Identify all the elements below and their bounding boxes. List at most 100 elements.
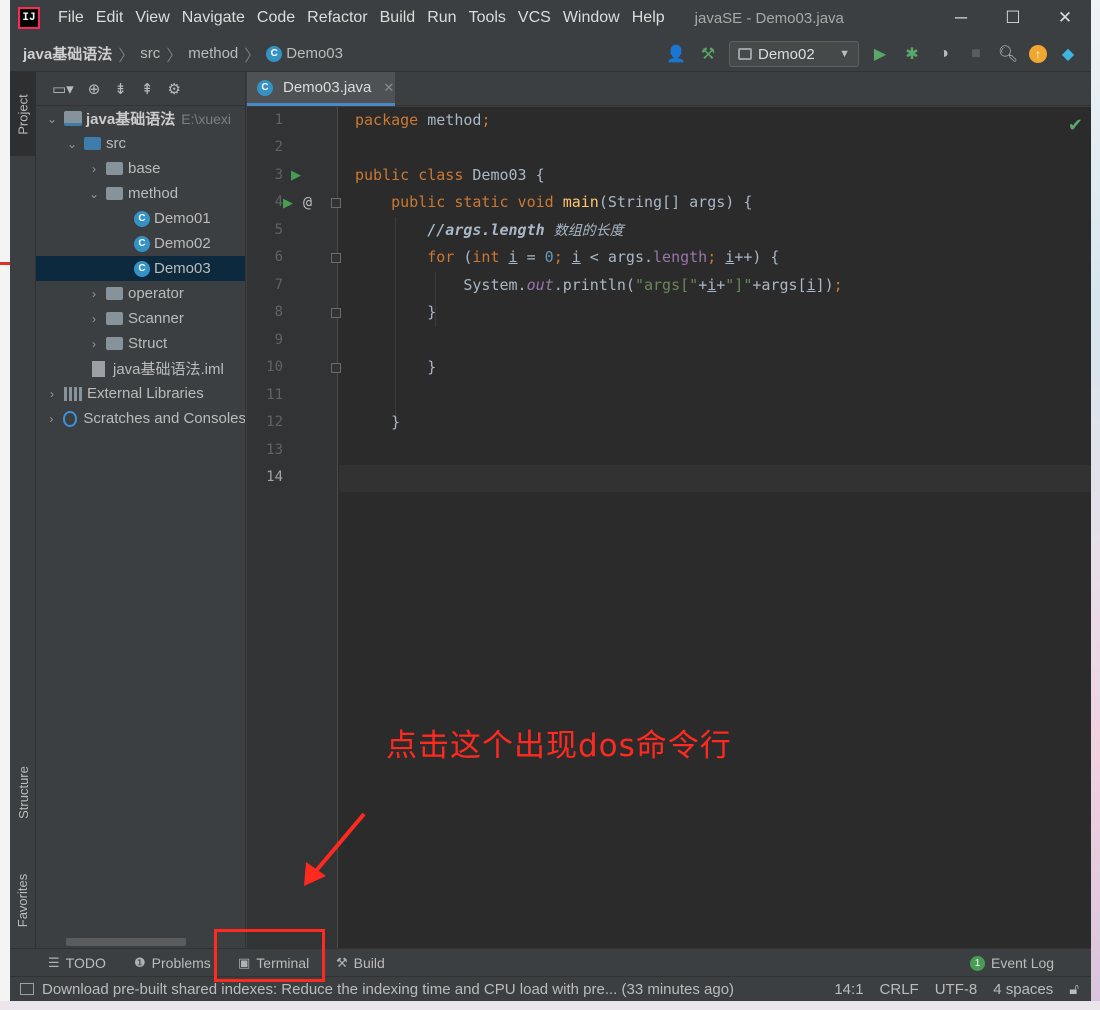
menu-code[interactable]: Code (251, 9, 301, 27)
chevron-right-icon: › (92, 311, 96, 326)
fold-marker-icon[interactable] (331, 363, 341, 373)
expand-all-icon[interactable]: ⇟ (114, 80, 127, 98)
close-button[interactable]: ✕ (1039, 0, 1091, 36)
breadcrumb-src[interactable]: src (140, 45, 160, 62)
menu-tools[interactable]: Tools (463, 9, 512, 27)
code-line: package method; (355, 111, 491, 129)
breadcrumb-class[interactable]: Demo03 (286, 45, 343, 62)
breadcrumb-method[interactable]: method (188, 45, 238, 62)
annotation-highlight-box (214, 929, 325, 982)
menu-navigate[interactable]: Navigate (176, 9, 251, 27)
run-config-label: Demo02 (758, 45, 815, 63)
coverage-icon[interactable]: ◑ (933, 45, 955, 63)
code-line: } (355, 358, 437, 376)
menu-file[interactable]: File (52, 9, 90, 27)
line-number: 13 (266, 442, 283, 458)
line-number: 11 (266, 387, 283, 403)
tree-item-demo02[interactable]: C Demo02 (36, 231, 245, 256)
tree-item-scratches[interactable]: › Scratches and Consoles (36, 406, 246, 431)
menu-vcs[interactable]: VCS (512, 9, 557, 27)
tree-item-operator[interactable]: › operator (36, 281, 245, 306)
update-icon[interactable]: ↑ (1029, 45, 1047, 63)
tree-item-struct[interactable]: › Struct (36, 331, 245, 356)
close-icon[interactable]: ✕ (383, 80, 394, 96)
tree-item-external-libraries[interactable]: › External Libraries (36, 381, 245, 406)
line-number: 1 (274, 112, 283, 128)
package-icon (106, 162, 123, 175)
caret-position[interactable]: 14:1 (834, 981, 863, 998)
tab-build[interactable]: ⚒ Build (336, 949, 385, 977)
event-log-label: Event Log (991, 955, 1055, 971)
breadcrumb-project[interactable]: java基础语法 (23, 43, 112, 64)
breadcrumb-separator-icon: 〉 (244, 47, 261, 65)
line-separator[interactable]: CRLF (880, 981, 919, 998)
debug-icon[interactable]: ✱ (901, 44, 923, 64)
iml-file-icon (92, 360, 105, 377)
menu-run[interactable]: Run (421, 9, 462, 27)
tab-todo[interactable]: ☰ TODO (48, 949, 106, 977)
chevron-down-icon: ⌄ (88, 186, 100, 201)
tab-project[interactable]: Project (10, 72, 36, 156)
tree-label: operator (128, 285, 184, 302)
collapse-all-icon[interactable]: ⇞ (141, 80, 154, 98)
fold-marker-icon[interactable] (331, 198, 341, 208)
run-class-icon[interactable]: ▶ (291, 167, 301, 183)
source-folder-icon (84, 137, 101, 150)
status-message[interactable]: Download pre-built shared indexes: Reduc… (20, 981, 734, 998)
menu-refactor[interactable]: Refactor (301, 9, 373, 27)
tree-item-demo01[interactable]: C Demo01 (36, 206, 245, 231)
menu-help[interactable]: Help (626, 9, 671, 27)
tab-demo03-java[interactable]: C Demo03.java ✕ (247, 72, 395, 106)
locate-icon[interactable]: ⊕ (88, 80, 101, 98)
tree-item-scanner[interactable]: › Scanner (36, 306, 245, 331)
tree-item-demo03[interactable]: C Demo03 (36, 256, 245, 281)
tree-item-root[interactable]: ⌄ java基础语法 E:\xuexi (36, 106, 245, 131)
menu-edit[interactable]: Edit (90, 9, 130, 27)
tree-item-iml[interactable]: java基础语法.iml (36, 356, 245, 381)
menu-window[interactable]: Window (557, 9, 626, 27)
fold-marker-icon[interactable] (331, 308, 341, 318)
tab-problems[interactable]: ❶ Problems (134, 949, 211, 977)
search-icon[interactable]: 🔍︎ (997, 44, 1019, 64)
account-icon[interactable]: 👤 (665, 44, 687, 64)
tree-label: java基础语法.iml (113, 361, 224, 378)
maximize-button[interactable]: ☐ (987, 0, 1039, 36)
minimize-button[interactable]: ─ (935, 0, 987, 36)
project-toolbar: ▭▾ ⊕ ⇟ ⇞ ⚙ (36, 72, 245, 106)
fold-marker-icon[interactable] (331, 253, 341, 263)
menu-build[interactable]: Build (374, 9, 422, 27)
tab-favorites[interactable]: Favorites (10, 852, 36, 948)
lock-icon[interactable]: 🔓︎ (1069, 981, 1079, 998)
chevron-right-icon: › (92, 336, 96, 351)
ide-window: IJ File Edit View Navigate Code Refactor… (10, 0, 1091, 1001)
horizontal-scrollbar[interactable] (66, 938, 186, 946)
breadcrumb: java基础语法 〉 src 〉 method 〉 C Demo03 (23, 42, 343, 66)
plugin-logo-icon[interactable]: ◆ (1057, 44, 1079, 64)
problems-info-icon: ❶ (134, 955, 146, 970)
tab-event-log[interactable]: 1 Event Log (970, 949, 1054, 977)
line-number-current: 14 (266, 469, 283, 485)
line-number: 2 (274, 139, 283, 155)
logo-text: IJ (22, 12, 36, 24)
tree-label: Scratches and Consoles (83, 410, 246, 427)
indent-setting[interactable]: 4 spaces (993, 981, 1053, 998)
menu-view[interactable]: View (129, 9, 175, 27)
tab-structure[interactable]: Structure (10, 744, 36, 840)
gear-icon[interactable]: ⚙ (167, 80, 180, 98)
stop-icon[interactable]: ■ (965, 45, 987, 63)
toggle-tool-windows-icon[interactable] (20, 983, 34, 995)
annotation-text: 点击这个出现dos命令行 (386, 728, 732, 764)
run-configuration-select[interactable]: Demo02 ▼ (729, 41, 859, 67)
run-main-icon[interactable]: ▶ (283, 195, 293, 211)
tree-item-base[interactable]: › base (36, 156, 245, 181)
tree-root-path: E:\xuexi (181, 110, 232, 127)
view-mode-icon[interactable]: ▭▾ (52, 80, 74, 98)
run-config-icon (738, 48, 752, 60)
tree-item-src[interactable]: ⌄ src (36, 131, 245, 156)
run-icon[interactable]: ▶ (869, 44, 891, 64)
build-hammer-icon[interactable]: ⚒ (697, 44, 719, 64)
tree-item-method[interactable]: ⌄ method (36, 181, 245, 206)
code-line: } (355, 303, 437, 321)
tool-window-bar: ☰ TODO ❶ Problems ▣ Terminal ⚒ Build 1 E… (10, 948, 1091, 976)
file-encoding[interactable]: UTF-8 (935, 981, 978, 998)
